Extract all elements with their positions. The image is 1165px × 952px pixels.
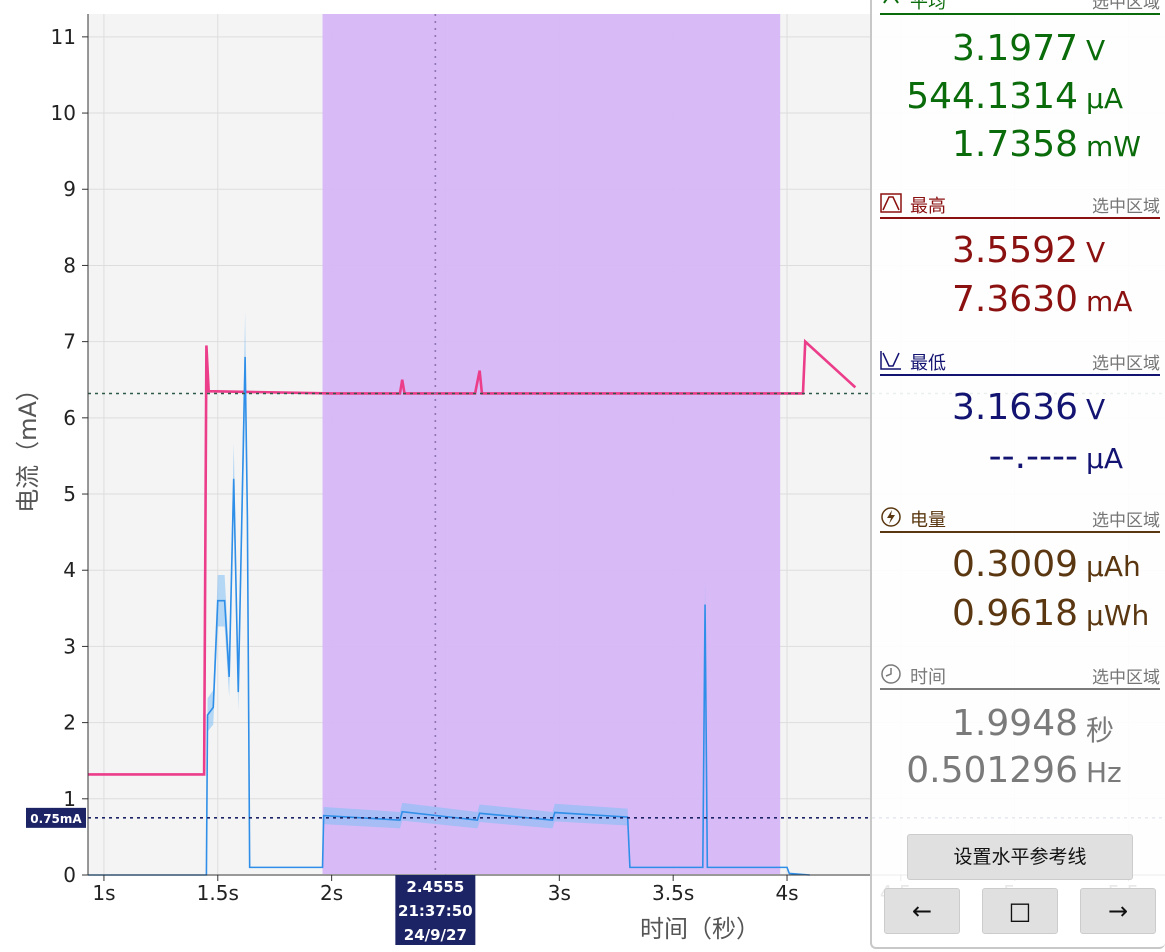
- left-arrow-button[interactable]: ←: [884, 888, 960, 934]
- max-voltage-value: 3.5592: [952, 230, 1078, 271]
- energy-charge-unit: µAh: [1086, 550, 1141, 583]
- max-title: 最高: [910, 196, 946, 217]
- average-icon: [883, 0, 899, 4]
- y-tick-label: 3: [63, 634, 76, 658]
- peak-icon: [880, 193, 902, 213]
- min-section: 最低 选中区域 3.1636 V --.---- µA: [880, 347, 1160, 477]
- energy-section: 电量 选中区域 0.3009 µAh 0.9618 µWh: [880, 504, 1160, 634]
- cursor-time: 21:37:50: [398, 902, 473, 920]
- y-tick-label: 11: [51, 25, 76, 49]
- x-tick-label: 1s: [92, 881, 115, 905]
- y-axis-label: 电流（mA）: [14, 377, 42, 513]
- energy-divider: [880, 531, 1160, 533]
- square-button[interactable]: □: [982, 888, 1058, 934]
- time-frequency-unit: Hz: [1086, 756, 1122, 789]
- energy-title: 电量: [910, 510, 946, 531]
- energy-work-value: 0.9618: [952, 593, 1078, 634]
- y-tick-label: 6: [63, 406, 76, 430]
- y-tick-label: 5: [63, 482, 76, 506]
- time-duration-value: 1.9948: [952, 703, 1078, 744]
- min-title: 最低: [910, 353, 946, 374]
- x-tick-label: 4s: [775, 881, 798, 905]
- min-voltage-unit: V: [1086, 393, 1106, 426]
- set-reference-line-button[interactable]: 设置水平参考线: [907, 834, 1133, 880]
- avg-section: 平均 选中区域 3.1977 V 544.1314 µA 1.7358 mW: [880, 0, 1160, 165]
- max-range[interactable]: 选中区域: [1092, 192, 1160, 217]
- y-tick-label: 9: [63, 177, 76, 201]
- x-tick-label: 3s: [548, 881, 571, 905]
- y-tick-label: 1: [63, 787, 76, 811]
- cursor-readout: 2.4555 21:37:50 24/9/27: [395, 875, 476, 945]
- right-arrow-button[interactable]: →: [1080, 888, 1156, 934]
- y-tick-label: 10: [51, 101, 76, 125]
- y-tick-label: 2: [63, 711, 76, 735]
- x-tick-label: 3.5s: [652, 881, 694, 905]
- max-current-unit: mA: [1086, 285, 1133, 318]
- time-divider: [880, 688, 1160, 690]
- energy-charge-value: 0.3009: [952, 544, 1078, 585]
- min-divider: [880, 374, 1160, 376]
- y-tick-label: 7: [63, 330, 76, 354]
- time-range[interactable]: 选中区域: [1092, 663, 1160, 688]
- y-tick-label: 8: [63, 253, 76, 277]
- energy-work-unit: µWh: [1086, 599, 1150, 632]
- avg-voltage-value: 3.1977: [952, 28, 1078, 69]
- stats-panel: 平均 选中区域 3.1977 V 544.1314 µA 1.7358 mW 最…: [870, 0, 1165, 949]
- time-title: 时间: [910, 667, 946, 688]
- x-axis-label: 时间（秒）: [640, 915, 760, 943]
- avg-power-value: 1.7358: [952, 124, 1078, 165]
- avg-current-value: 544.1314: [906, 76, 1078, 117]
- ref-line-label[interactable]: 0.75mA: [26, 807, 86, 828]
- selection-region[interactable]: [322, 14, 781, 874]
- avg-range[interactable]: 选中区域: [1092, 0, 1160, 13]
- min-voltage-value: 3.1636: [952, 387, 1078, 428]
- avg-power-unit: mW: [1086, 130, 1141, 163]
- energy-range[interactable]: 选中区域: [1092, 506, 1160, 531]
- max-section: 最高 选中区域 3.5592 V 7.3630 mA: [880, 190, 1160, 320]
- avg-title: 平均: [910, 0, 946, 13]
- avg-divider: [880, 13, 1160, 15]
- cursor-value: 2.4555: [406, 878, 464, 896]
- y-tick-label: 4: [63, 558, 76, 582]
- y-tick-label: 0: [63, 863, 76, 887]
- avg-current-unit: µA: [1086, 82, 1123, 115]
- max-voltage-unit: V: [1086, 236, 1106, 269]
- time-frequency-value: 0.501296: [906, 750, 1078, 791]
- ref-line-label-text: 0.75mA: [30, 812, 82, 826]
- min-range[interactable]: 选中区域: [1092, 349, 1160, 374]
- y-axis-ticks: 0 1 2 3 4 5 6 7 8 9 10 11: [51, 25, 88, 887]
- lightning-circle-icon: [881, 507, 901, 527]
- max-current-value: 7.3630: [952, 279, 1078, 320]
- min-current-value: --.----: [988, 436, 1078, 477]
- avg-voltage-unit: V: [1086, 34, 1106, 67]
- time-section: 时间 选中区域 1.9948 秒 0.501296 Hz: [880, 661, 1160, 791]
- x-tick-label: 1.5s: [197, 881, 239, 905]
- valley-icon: [880, 351, 901, 370]
- x-tick-label: 2s: [320, 881, 343, 905]
- clock-icon: [881, 664, 901, 684]
- cursor-date: 24/9/27: [404, 926, 467, 944]
- min-current-unit: µA: [1086, 442, 1123, 475]
- time-duration-unit: 秒: [1086, 714, 1115, 747]
- max-divider: [880, 217, 1160, 219]
